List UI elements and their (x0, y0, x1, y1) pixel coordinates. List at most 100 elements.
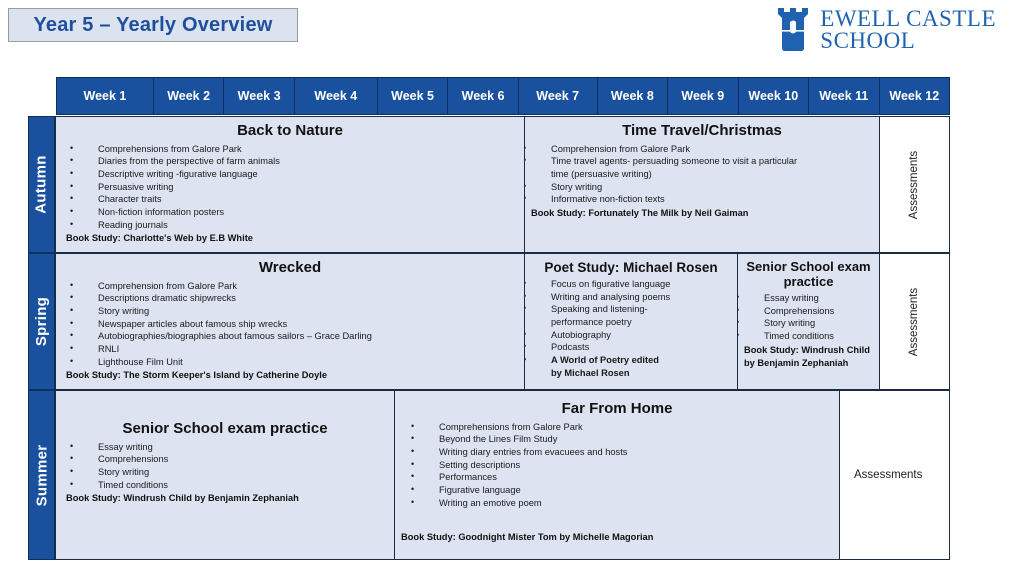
topic-bullet-list: Essay writing Comprehensions Story writi… (738, 291, 873, 343)
list-item: Beyond the Lines Film Study (411, 432, 833, 446)
list-item: Performances (411, 470, 833, 484)
list-item: Descriptive writing -figurative language (70, 167, 518, 181)
page-title-text: Year 5 – Yearly Overview (33, 13, 273, 36)
list-item: Setting descriptions (411, 458, 833, 472)
topic-bullet-list: Comprehension from Galore Park Time trav… (525, 142, 873, 206)
list-item: A World of Poetry edited (525, 353, 731, 367)
list-item: Writing diary entries from evacuees and … (411, 445, 833, 459)
week-header-cell: Week 1 (57, 78, 154, 114)
list-item: Timed conditions (70, 478, 388, 492)
list-item: Figurative language (411, 483, 833, 497)
week-header-cell: Week 9 (668, 78, 739, 114)
book-study-label: Book Study: Charlotte's Web by E.B White (66, 233, 253, 244)
topic-cell-senior-school-exam-practice-spring: Senior School exam practice Essay writin… (737, 253, 880, 390)
assessments-label: Assessments (908, 287, 921, 356)
topic-bullet-list: Essay writing Comprehensions Story writi… (62, 440, 388, 492)
week-header-cell: Week 5 (378, 78, 449, 114)
list-item: by Michael Rosen (551, 367, 630, 378)
topic-title: Wrecked (258, 259, 322, 276)
topic-bullet-list: Comprehensions from Galore Park Beyond t… (401, 420, 833, 510)
week-header-cell: Week 4 (295, 78, 378, 114)
topic-bullet-list: Comprehensions from Galore Park Diaries … (62, 142, 518, 232)
castle-tower-icon (778, 8, 809, 51)
slide-canvas: Year 5 – Yearly Overview EWELL CASTLE SC… (0, 0, 1024, 576)
list-item: Timed conditions (738, 329, 873, 343)
list-item: Character traits (70, 192, 518, 206)
list-item: Diaries from the perspective of farm ani… (70, 154, 518, 168)
book-study-label: Book Study: Fortunately The Milk by Neil… (531, 208, 749, 218)
page-title: Year 5 – Yearly Overview (8, 8, 298, 42)
list-item: Writing and analysing poems (525, 290, 731, 304)
season-label-text: Spring (33, 296, 50, 347)
season-label-spring: Spring (28, 253, 55, 390)
curriculum-table: Week 1 Week 2 Week 3 Week 4 Week 5 Week … (28, 77, 950, 560)
topic-title: Far From Home (561, 400, 673, 417)
list-item: Comprehensions (738, 304, 873, 318)
book-study-label: Book Study: Windrush Child by Benjamin Z… (66, 493, 299, 504)
assessments-cell-summer: Assessments (839, 390, 950, 560)
school-logo: EWELL CASTLE SCHOOL (776, 7, 996, 52)
week-header-cell: Week 8 (598, 78, 669, 114)
list-item: Essay writing (70, 440, 388, 454)
list-item: time (persuasive writing) (551, 169, 652, 180)
assessments-label: Assessments (908, 150, 921, 219)
topic-title: Poet Study: Michael Rosen (544, 260, 718, 275)
season-label-summer: Summer (28, 390, 55, 560)
book-study-label: Book Study: Windrush Child (744, 344, 870, 355)
list-item: Podcasts (525, 340, 731, 354)
list-item: Story writing (525, 180, 873, 194)
assessments-wrap: Assessments (886, 258, 943, 385)
season-label-autumn: Autumn (28, 116, 55, 253)
topic-title: Senior School exam practice (746, 259, 871, 289)
list-item: Reading journals (70, 218, 518, 232)
list-item: Comprehensions from Galore Park (411, 420, 833, 434)
topic-title: Senior School exam practice (122, 420, 328, 437)
book-study-label: Book Study: Goodnight Mister Tom by Mich… (401, 532, 654, 543)
list-item: RNLI (70, 342, 518, 356)
season-label-text: Summer (33, 444, 51, 506)
assessments-cell-autumn: Assessments (879, 116, 950, 253)
week-header-cell: Week 11 (809, 78, 880, 114)
list-item: Non-fiction information posters (70, 205, 518, 219)
season-label-text: Autumn (33, 155, 51, 214)
list-item: performance poetry (551, 317, 632, 328)
list-item: Persuasive writing (70, 180, 518, 194)
book-study-label-line2: by Benjamin Zephaniah (744, 357, 849, 368)
list-item: Autobiographies/biographies about famous… (70, 329, 518, 343)
list-item: Essay writing (738, 291, 873, 305)
topic-cell-wrecked: Wrecked Comprehension from Galore Park D… (55, 253, 525, 390)
list-item: Writing an emotive poem (411, 496, 833, 510)
assessments-wrap: Assessments (846, 395, 943, 555)
topic-title: Back to Nature (237, 122, 343, 139)
week-header-cell: Week 12 (889, 89, 940, 103)
assessments-wrap: Assessments (886, 121, 943, 248)
topic-bullet-list: Comprehension from Galore Park Descripti… (62, 279, 518, 369)
topic-title: Time Travel/Christmas (622, 122, 782, 139)
list-item: Comprehension from Galore Park (70, 279, 518, 293)
topic-bullet-list: Focus on figurative language Writing and… (525, 277, 731, 379)
week-header-cell: Week 6 (448, 78, 519, 114)
assessments-cell-spring: Assessments (879, 253, 950, 390)
list-item: Informative non-fiction texts (525, 192, 873, 206)
week-header-cell: Week 7 (519, 78, 598, 114)
book-study-label: Book Study: The Storm Keeper's Island by… (66, 370, 328, 381)
topic-cell-senior-school-exam-practice-summer: Senior School exam practice Essay writin… (55, 390, 395, 560)
assessments-label: Assessments (854, 469, 923, 481)
list-item: Time travel agents- persuading someone t… (525, 154, 873, 168)
list-item: Story writing (70, 465, 388, 479)
list-item: Lighthouse Film Unit (70, 355, 518, 369)
list-item: Story writing (70, 304, 518, 318)
week-header-cell: Week 10 (739, 78, 810, 114)
topic-cell-far-from-home: Far From Home Comprehensions from Galore… (394, 390, 840, 560)
topic-cell-back-to-nature: Back to Nature Comprehensions from Galor… (55, 116, 525, 253)
list-item: Comprehensions (70, 452, 388, 466)
list-item: Comprehensions from Galore Park (70, 142, 518, 156)
list-item: Story writing (738, 316, 873, 330)
week-header-cell: Week 2 (154, 78, 225, 114)
week-header-row: Week 1 Week 2 Week 3 Week 4 Week 5 Week … (56, 77, 950, 115)
topic-cell-poet-study-michael-rosen: Poet Study: Michael Rosen Focus on figur… (524, 253, 738, 390)
list-item: Newspaper articles about famous ship wre… (70, 317, 518, 331)
list-item: Focus on figurative language (525, 277, 731, 291)
list-item: Descriptions dramatic shipwrecks (70, 291, 518, 305)
list-item: Comprehension from Galore Park (525, 142, 873, 156)
